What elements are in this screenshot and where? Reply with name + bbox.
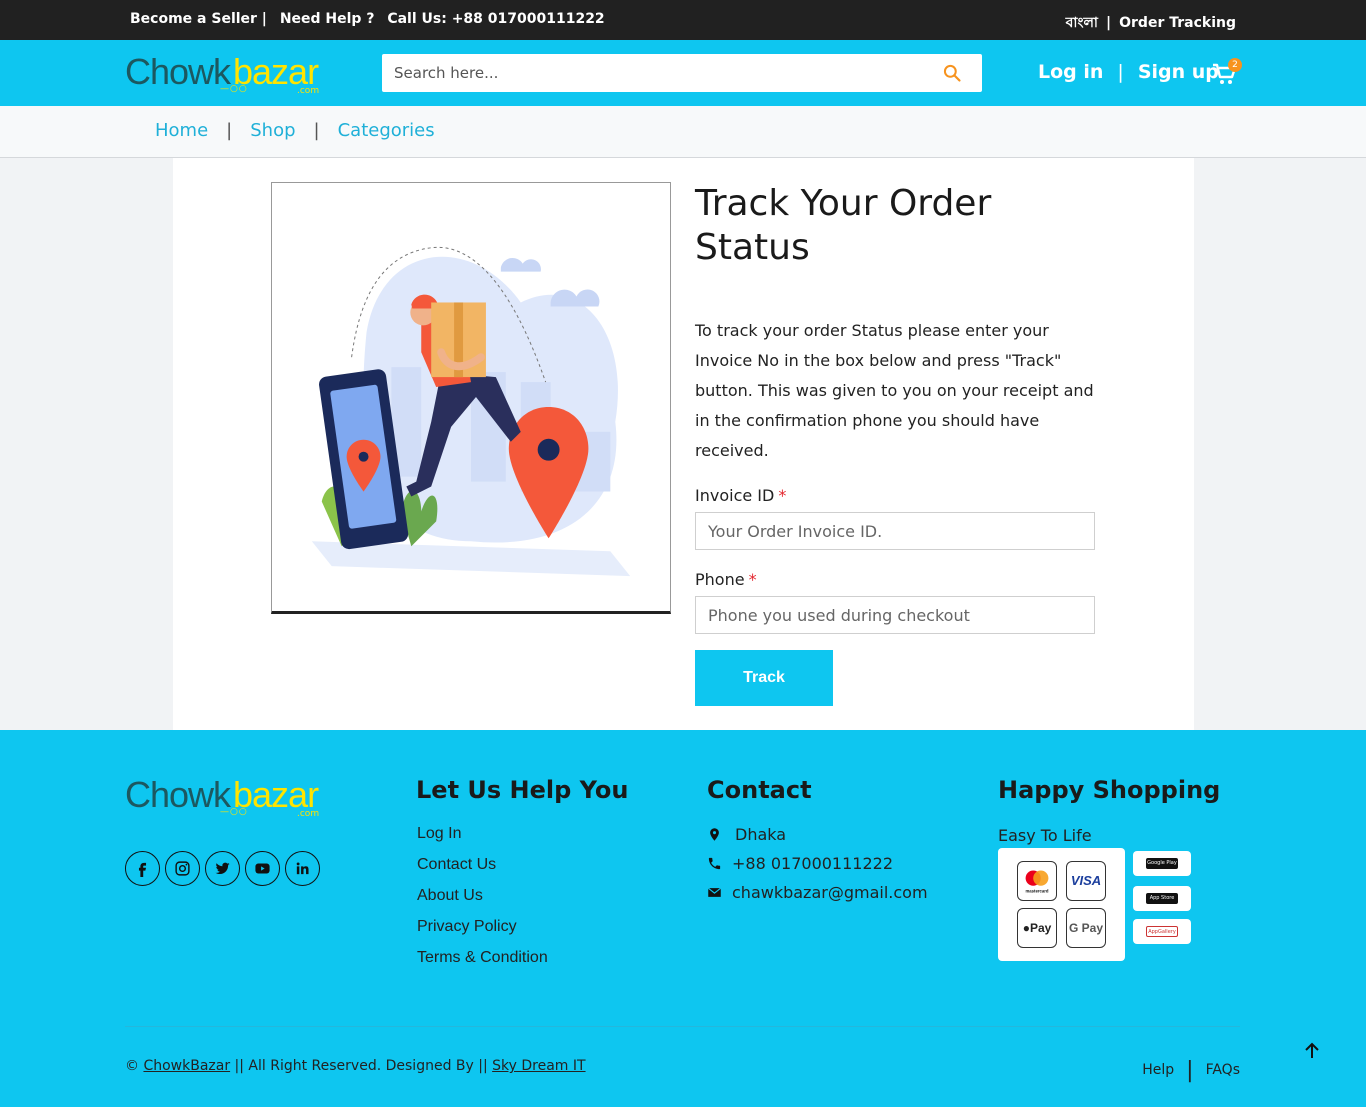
footer-login-link[interactable]: Log In <box>417 825 548 856</box>
location-pin-icon <box>710 828 719 841</box>
breadcrumb-separator: | <box>226 120 233 141</box>
site-header: Chowk bazar —○○ .com Log in | Sign up 2 <box>0 40 1366 106</box>
arrow-up-icon[interactable] <box>1303 1042 1321 1060</box>
required-mark: * <box>778 486 787 505</box>
track-button[interactable]: Track <box>695 650 833 706</box>
site-logo[interactable]: Chowk bazar —○○ .com <box>125 51 330 99</box>
contact-city: Dhaka <box>735 825 787 844</box>
invoice-id-input[interactable] <box>695 512 1095 550</box>
linkedin-icon[interactable] <box>285 851 320 886</box>
login-link[interactable]: Log in <box>1038 61 1103 83</box>
envelope-icon <box>707 887 722 897</box>
required-mark: * <box>748 570 757 589</box>
google-play-label: Google Play <box>1146 858 1178 869</box>
help-link[interactable]: Help <box>1142 1062 1174 1078</box>
help-links: Log In Contact Us About Us Privacy Polic… <box>417 825 548 980</box>
track-instructions: To track your order Status please enter … <box>695 321 1094 460</box>
logo-wheels-icon: —○○ <box>220 84 248 94</box>
mastercard-label: mastercard <box>1025 888 1048 893</box>
logo-text-chowk: Chowk <box>125 774 231 815</box>
footer-privacy-link[interactable]: Privacy Policy <box>417 918 548 949</box>
track-order-card: Track Your Order Status To track your or… <box>173 158 1194 730</box>
apple-pay-icon: ●Pay <box>1017 908 1057 948</box>
breadcrumb-categories[interactable]: Categories <box>338 120 435 141</box>
twitter-icon[interactable] <box>205 851 240 886</box>
delivery-illustration <box>271 182 671 614</box>
breadcrumb-shop[interactable]: Shop <box>250 120 295 141</box>
shopping-heading: Happy Shopping <box>998 776 1221 804</box>
instagram-icon[interactable] <box>165 851 200 886</box>
app-store-badge[interactable]: App Store <box>1133 886 1191 911</box>
invoice-id-label-text: Invoice ID <box>695 486 775 505</box>
copyright-text: || All Right Reserved. Designed By || <box>234 1058 488 1074</box>
payment-methods: mastercard VISA ●Pay G Pay <box>998 848 1125 961</box>
language-switch[interactable]: বাংলা <box>1066 15 1098 31</box>
social-links <box>125 851 325 887</box>
phone-label: Phone * <box>695 570 757 589</box>
contact-heading: Contact <box>707 776 812 804</box>
contact-phone: +88 017000111222 <box>707 854 928 883</box>
breadcrumb: Home | Shop | Categories <box>0 106 1366 158</box>
search-bar <box>382 54 982 92</box>
apple-logo-icon: ● <box>1022 921 1030 935</box>
designer-link[interactable]: Sky Dream IT <box>492 1058 585 1074</box>
contact-info: Dhaka +88 017000111222 chawkbazar@gmail.… <box>707 825 928 912</box>
bottom-separator: | <box>1186 1058 1194 1083</box>
call-us-text: Call Us: +88 017000111222 <box>387 11 605 27</box>
contact-address: Dhaka <box>707 825 928 854</box>
logo-wheels-icon: —○○ <box>220 807 248 817</box>
invoice-id-label: Invoice ID * <box>695 486 786 505</box>
delivery-man-illustration <box>311 246 631 577</box>
copyright-symbol: © <box>125 1058 139 1074</box>
logo-domain: .com <box>297 809 320 819</box>
account-links: Log in | Sign up <box>1038 61 1219 83</box>
become-seller-link[interactable]: Become a Seller | <box>130 11 267 27</box>
phone-label-text: Phone <box>695 570 745 589</box>
cart-button[interactable]: 2 <box>1212 58 1242 86</box>
app-gallery-badge[interactable]: AppGallery <box>1133 919 1191 944</box>
top-bar-right: বাংলা | Order Tracking <box>1066 11 1236 35</box>
help-heading: Let Us Help You <box>416 776 629 804</box>
search-icon[interactable] <box>942 63 962 83</box>
youtube-icon[interactable] <box>245 851 280 886</box>
breadcrumb-separator: | <box>313 120 320 141</box>
footer-contact-link[interactable]: Contact Us <box>417 856 548 887</box>
contact-email-address[interactable]: chawkbazar@gmail.com <box>732 883 928 902</box>
bottom-links: Help | FAQs <box>1142 1058 1240 1083</box>
search-input[interactable] <box>394 61 934 85</box>
cart-count-badge: 2 <box>1228 58 1242 72</box>
faqs-link[interactable]: FAQs <box>1206 1062 1240 1078</box>
contact-email: chawkbazar@gmail.com <box>707 883 928 912</box>
breadcrumb-home[interactable]: Home <box>155 120 208 141</box>
top-bar-left: Become a Seller | Need Help ? Call Us: +… <box>130 11 613 27</box>
copyright: © ChowkBazar || All Right Reserved. Desi… <box>125 1058 586 1074</box>
footer-divider <box>125 1026 1240 1027</box>
logo-domain: .com <box>297 86 320 96</box>
top-bar: Become a Seller | Need Help ? Call Us: +… <box>0 0 1366 40</box>
app-store-label: App Store <box>1146 893 1178 904</box>
account-separator: | <box>1117 61 1124 83</box>
google-play-badge[interactable]: Google Play <box>1133 851 1191 876</box>
footer-logo[interactable]: Chowk bazar —○○ .com <box>125 774 330 826</box>
facebook-icon[interactable] <box>125 851 160 886</box>
mastercard-icon: mastercard <box>1017 861 1057 901</box>
need-help-link[interactable]: Need Help ? <box>280 11 375 27</box>
page-title: Track Your Order Status <box>695 183 992 268</box>
phone-icon <box>708 857 721 870</box>
contact-phone-number[interactable]: +88 017000111222 <box>732 854 893 873</box>
footer-about-link[interactable]: About Us <box>417 887 548 918</box>
app-gallery-label: AppGallery <box>1146 926 1178 937</box>
site-footer: Chowk bazar —○○ .com Let Us Help You Log… <box>0 730 1366 1107</box>
tagline: Easy To Life <box>998 826 1092 845</box>
footer-terms-link[interactable]: Terms & Condition <box>417 949 548 980</box>
google-pay-icon: G Pay <box>1066 908 1106 948</box>
order-tracking-link[interactable]: Order Tracking <box>1119 15 1236 31</box>
copyright-brand-link[interactable]: ChowkBazar <box>143 1058 230 1074</box>
signup-link[interactable]: Sign up <box>1138 61 1219 83</box>
visa-icon: VISA <box>1066 861 1106 901</box>
top-bar-separator: | <box>1106 15 1112 31</box>
apple-pay-label: Pay <box>1029 921 1052 935</box>
phone-input[interactable] <box>695 596 1095 634</box>
logo-text-chowk: Chowk <box>125 51 231 92</box>
